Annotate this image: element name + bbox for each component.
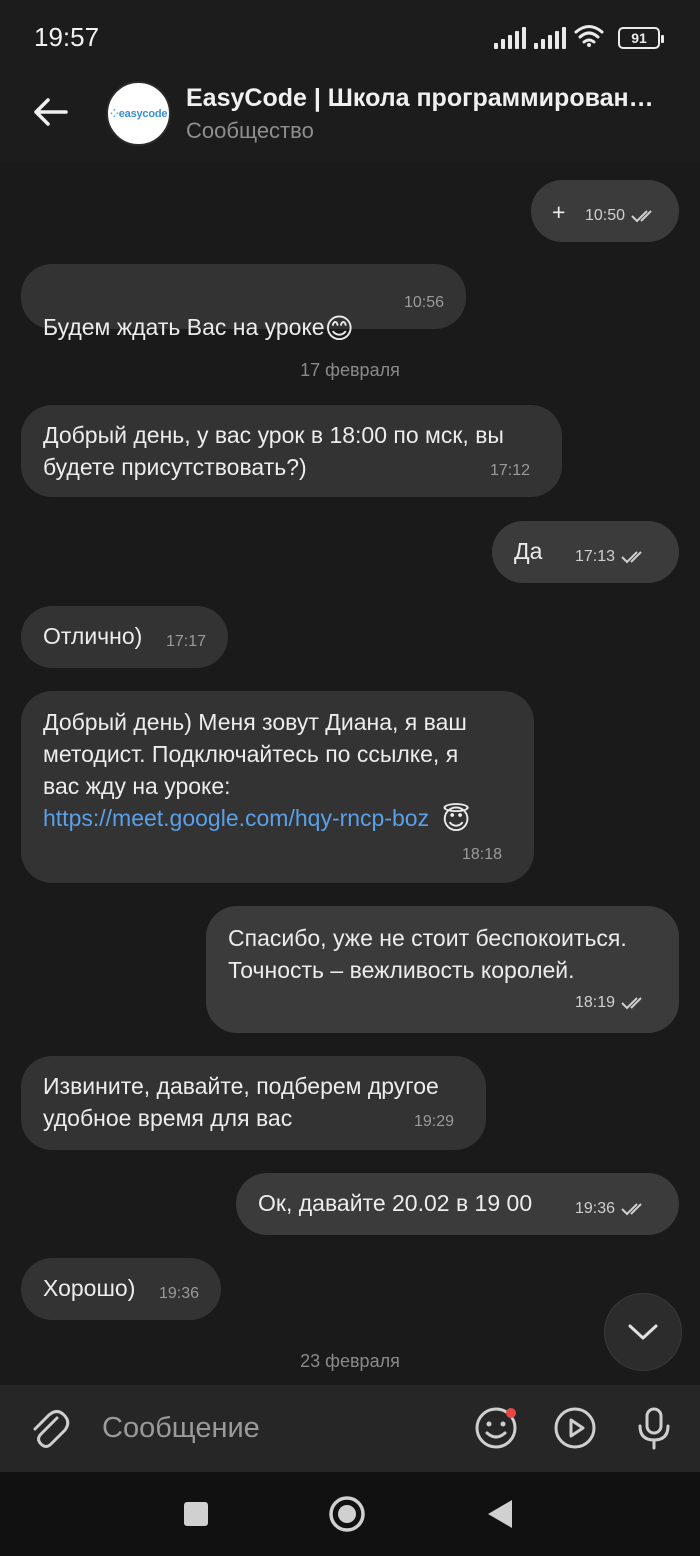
message-meta: 17:13 <box>575 541 647 573</box>
double-check-icon <box>621 1203 642 1216</box>
message-time: 17:17 <box>165 633 206 650</box>
double-check-icon <box>621 997 642 1010</box>
double-check-icon <box>621 551 642 564</box>
back-nav-button[interactable] <box>478 1492 522 1536</box>
wifi-icon <box>574 24 604 53</box>
emoji-button[interactable] <box>473 1405 519 1451</box>
message-bubble-in[interactable]: Добрый день, у вас урок в 18:00 по мск, … <box>21 405 562 497</box>
message-bubble-in[interactable]: Извините, давайте, подберем другое удобн… <box>21 1056 486 1150</box>
message-time: 17:12 <box>489 462 530 479</box>
message-bubble-out[interactable]: + 10:50 <box>531 180 679 242</box>
message-bubble-in[interactable]: Добрый день) Меня зовут Диана, я ваш мет… <box>21 691 534 883</box>
avatar[interactable]: ⁘easycode <box>106 81 171 146</box>
attach-button[interactable] <box>28 1405 74 1451</box>
message-text: Ок, давайте 20.02 в 19 00 <box>258 1190 533 1216</box>
system-navigation-bar <box>0 1472 700 1556</box>
message-text: + <box>552 199 566 225</box>
message-bubble-out[interactable]: Ок, давайте 20.02 в 19 00 19:36 <box>236 1173 679 1235</box>
status-time: 19:57 <box>34 22 100 52</box>
message-time: 19:36 <box>158 1285 199 1302</box>
message-text: Да <box>514 538 543 564</box>
message-bubble-in[interactable]: Отлично) 17:17 <box>21 606 228 668</box>
chevron-down-icon <box>628 1324 658 1340</box>
message-meta: 19:36 <box>159 1278 199 1310</box>
home-button[interactable] <box>325 1492 369 1536</box>
message-text: Добрый день) Меня зовут Диана, я ваш мет… <box>43 709 467 799</box>
message-time: 19:29 <box>413 1113 454 1130</box>
signal-icon <box>494 27 526 49</box>
message-text: Будем ждать Вас на уроке <box>43 314 325 340</box>
message-meta: 17:17 <box>166 626 206 658</box>
message-bubble-out[interactable]: Спасибо, уже не стоит беспокоиться. Точн… <box>206 906 679 1033</box>
message-time: 18:18 <box>461 846 502 863</box>
status-icons: 91 <box>494 24 664 53</box>
message-time: 19:36 <box>574 1200 615 1217</box>
message-bubble-in[interactable]: Хорошо) 19:36 <box>21 1258 221 1320</box>
message-text: Добрый день, у вас урок в 18:00 по мск, … <box>43 422 504 480</box>
message-text: Извините, давайте, подберем другое удобн… <box>43 1073 439 1131</box>
message-text: Спасибо, уже не стоит беспокоиться. Точн… <box>228 925 627 983</box>
message-meta: 10:50 <box>585 200 657 232</box>
message-meta: 19:36 <box>575 1193 647 1225</box>
message-bubble-in[interactable]: Будем ждать Вас на уроке😊 10:56 <box>21 264 466 344</box>
message-meta: 18:18 <box>462 839 502 871</box>
microphone-icon <box>638 1407 670 1450</box>
message-meta: 18:19 <box>575 987 647 1019</box>
meeting-link[interactable]: https://meet.google.com/hqy-rncp-boz <box>43 805 429 831</box>
arrow-left-icon <box>34 98 68 126</box>
easycode-logo: ⁘easycode <box>109 108 168 120</box>
paperclip-icon <box>33 1410 70 1448</box>
date-separator: 23 февраля <box>300 1351 400 1371</box>
status-bar: 19:57 91 <box>0 0 700 76</box>
signal-icon-2 <box>534 27 566 49</box>
video-message-button[interactable] <box>552 1405 598 1451</box>
smile-emoji-icon: 😊 <box>324 312 354 344</box>
date-separator: 17 февраля <box>300 360 400 380</box>
chat-subtitle: Сообщество <box>186 118 314 143</box>
message-text: Хорошо) <box>43 1275 136 1301</box>
message-time: 17:13 <box>574 548 615 565</box>
recents-button[interactable] <box>174 1492 218 1536</box>
message-text: Отлично) <box>43 623 143 649</box>
square-icon <box>184 1502 208 1526</box>
halo-emoji-icon: 😇 <box>441 803 471 835</box>
home-circle-icon <box>329 1496 365 1532</box>
message-meta: 17:12 <box>490 455 530 487</box>
message-bubble-out[interactable]: Да 17:13 <box>492 521 679 583</box>
triangle-back-icon <box>488 1500 512 1528</box>
message-time: 10:50 <box>584 207 625 224</box>
message-time: 10:56 <box>403 294 444 311</box>
voice-message-button[interactable] <box>631 1405 677 1451</box>
double-check-icon <box>631 210 652 223</box>
message-meta: 19:29 <box>414 1106 454 1138</box>
message-composer <box>0 1385 700 1472</box>
message-meta: 10:56 <box>404 287 444 319</box>
message-list[interactable]: + 10:50 Будем ждать Вас на уроке😊 10:56 … <box>0 162 700 1385</box>
message-input[interactable] <box>90 1401 450 1455</box>
chat-title[interactable]: EasyCode | Школа программирован… <box>186 84 686 113</box>
back-button[interactable] <box>28 90 72 134</box>
chat-header: ⁘easycode EasyCode | Школа программирова… <box>0 76 700 162</box>
battery-icon: 91 <box>618 27 664 49</box>
message-time: 18:19 <box>574 994 615 1011</box>
notification-dot <box>506 1408 516 1418</box>
play-circle-icon <box>554 1407 596 1449</box>
scroll-down-button[interactable] <box>604 1293 682 1371</box>
